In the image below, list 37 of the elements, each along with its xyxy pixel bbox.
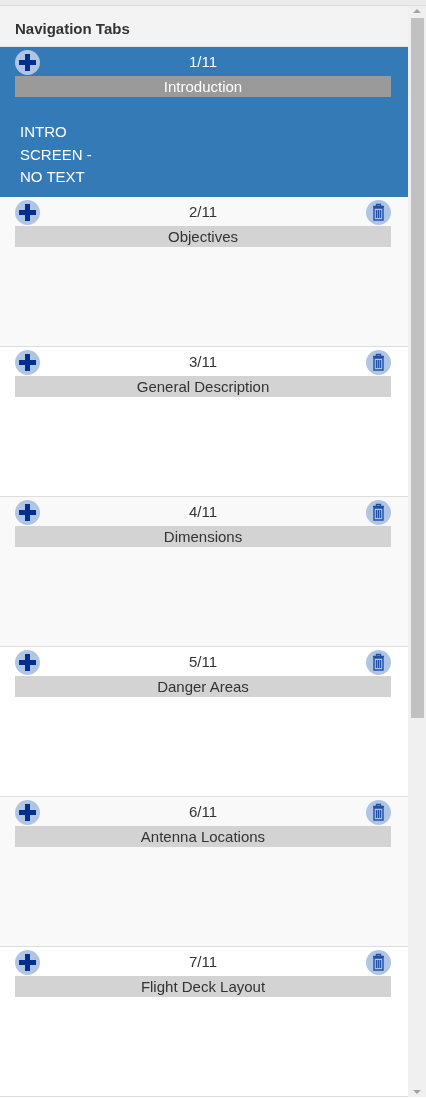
slide-title: Introduction (15, 76, 391, 97)
add-icon[interactable] (15, 500, 40, 525)
slide-number: 6/11 (187, 802, 219, 823)
slide-number: 2/11 (187, 202, 219, 223)
slide-tab[interactable]: 6/11 Antenna Locations (0, 797, 408, 947)
slide-tab[interactable]: 5/11 Danger Areas (0, 647, 408, 797)
slide-text: INTRO SCREEN - NO TEXT (20, 122, 93, 187)
slide-tab[interactable]: 1/11 Introduction INTRO SCREEN - NO TEXT (0, 47, 408, 197)
slide-tab[interactable]: 3/11 General Description (0, 347, 408, 497)
slide-tab[interactable]: 4/11 Dimensions (0, 497, 408, 647)
slide-title: Objectives (15, 226, 391, 247)
slide-title: General Description (15, 376, 391, 397)
scrollbar[interactable] (408, 6, 426, 1097)
add-icon[interactable] (15, 200, 40, 225)
add-icon[interactable] (15, 350, 40, 375)
delete-icon[interactable] (366, 350, 391, 375)
slide-title: Danger Areas (15, 676, 391, 697)
slide-tab[interactable]: 7/11 Flight Deck Layout (0, 947, 408, 1097)
slide-number: 3/11 (187, 352, 219, 373)
add-icon[interactable] (15, 50, 40, 75)
slide-title: Antenna Locations (15, 826, 391, 847)
slide-title: Flight Deck Layout (15, 976, 391, 997)
panel-title: Navigation Tabs (15, 20, 130, 37)
slide-number: 7/11 (187, 952, 219, 973)
delete-icon[interactable] (366, 650, 391, 675)
delete-icon[interactable] (366, 950, 391, 975)
delete-icon[interactable] (366, 800, 391, 825)
slide-number: 5/11 (187, 652, 219, 673)
add-icon[interactable] (15, 950, 40, 975)
delete-icon[interactable] (366, 500, 391, 525)
delete-icon[interactable] (366, 200, 391, 225)
slide-number: 1/11 (187, 52, 219, 73)
slide-title: Dimensions (15, 526, 391, 547)
slide-tab[interactable]: 2/11 Objectives (0, 197, 408, 347)
slide-number: 4/11 (187, 502, 219, 523)
add-icon[interactable] (15, 650, 40, 675)
add-icon[interactable] (15, 800, 40, 825)
